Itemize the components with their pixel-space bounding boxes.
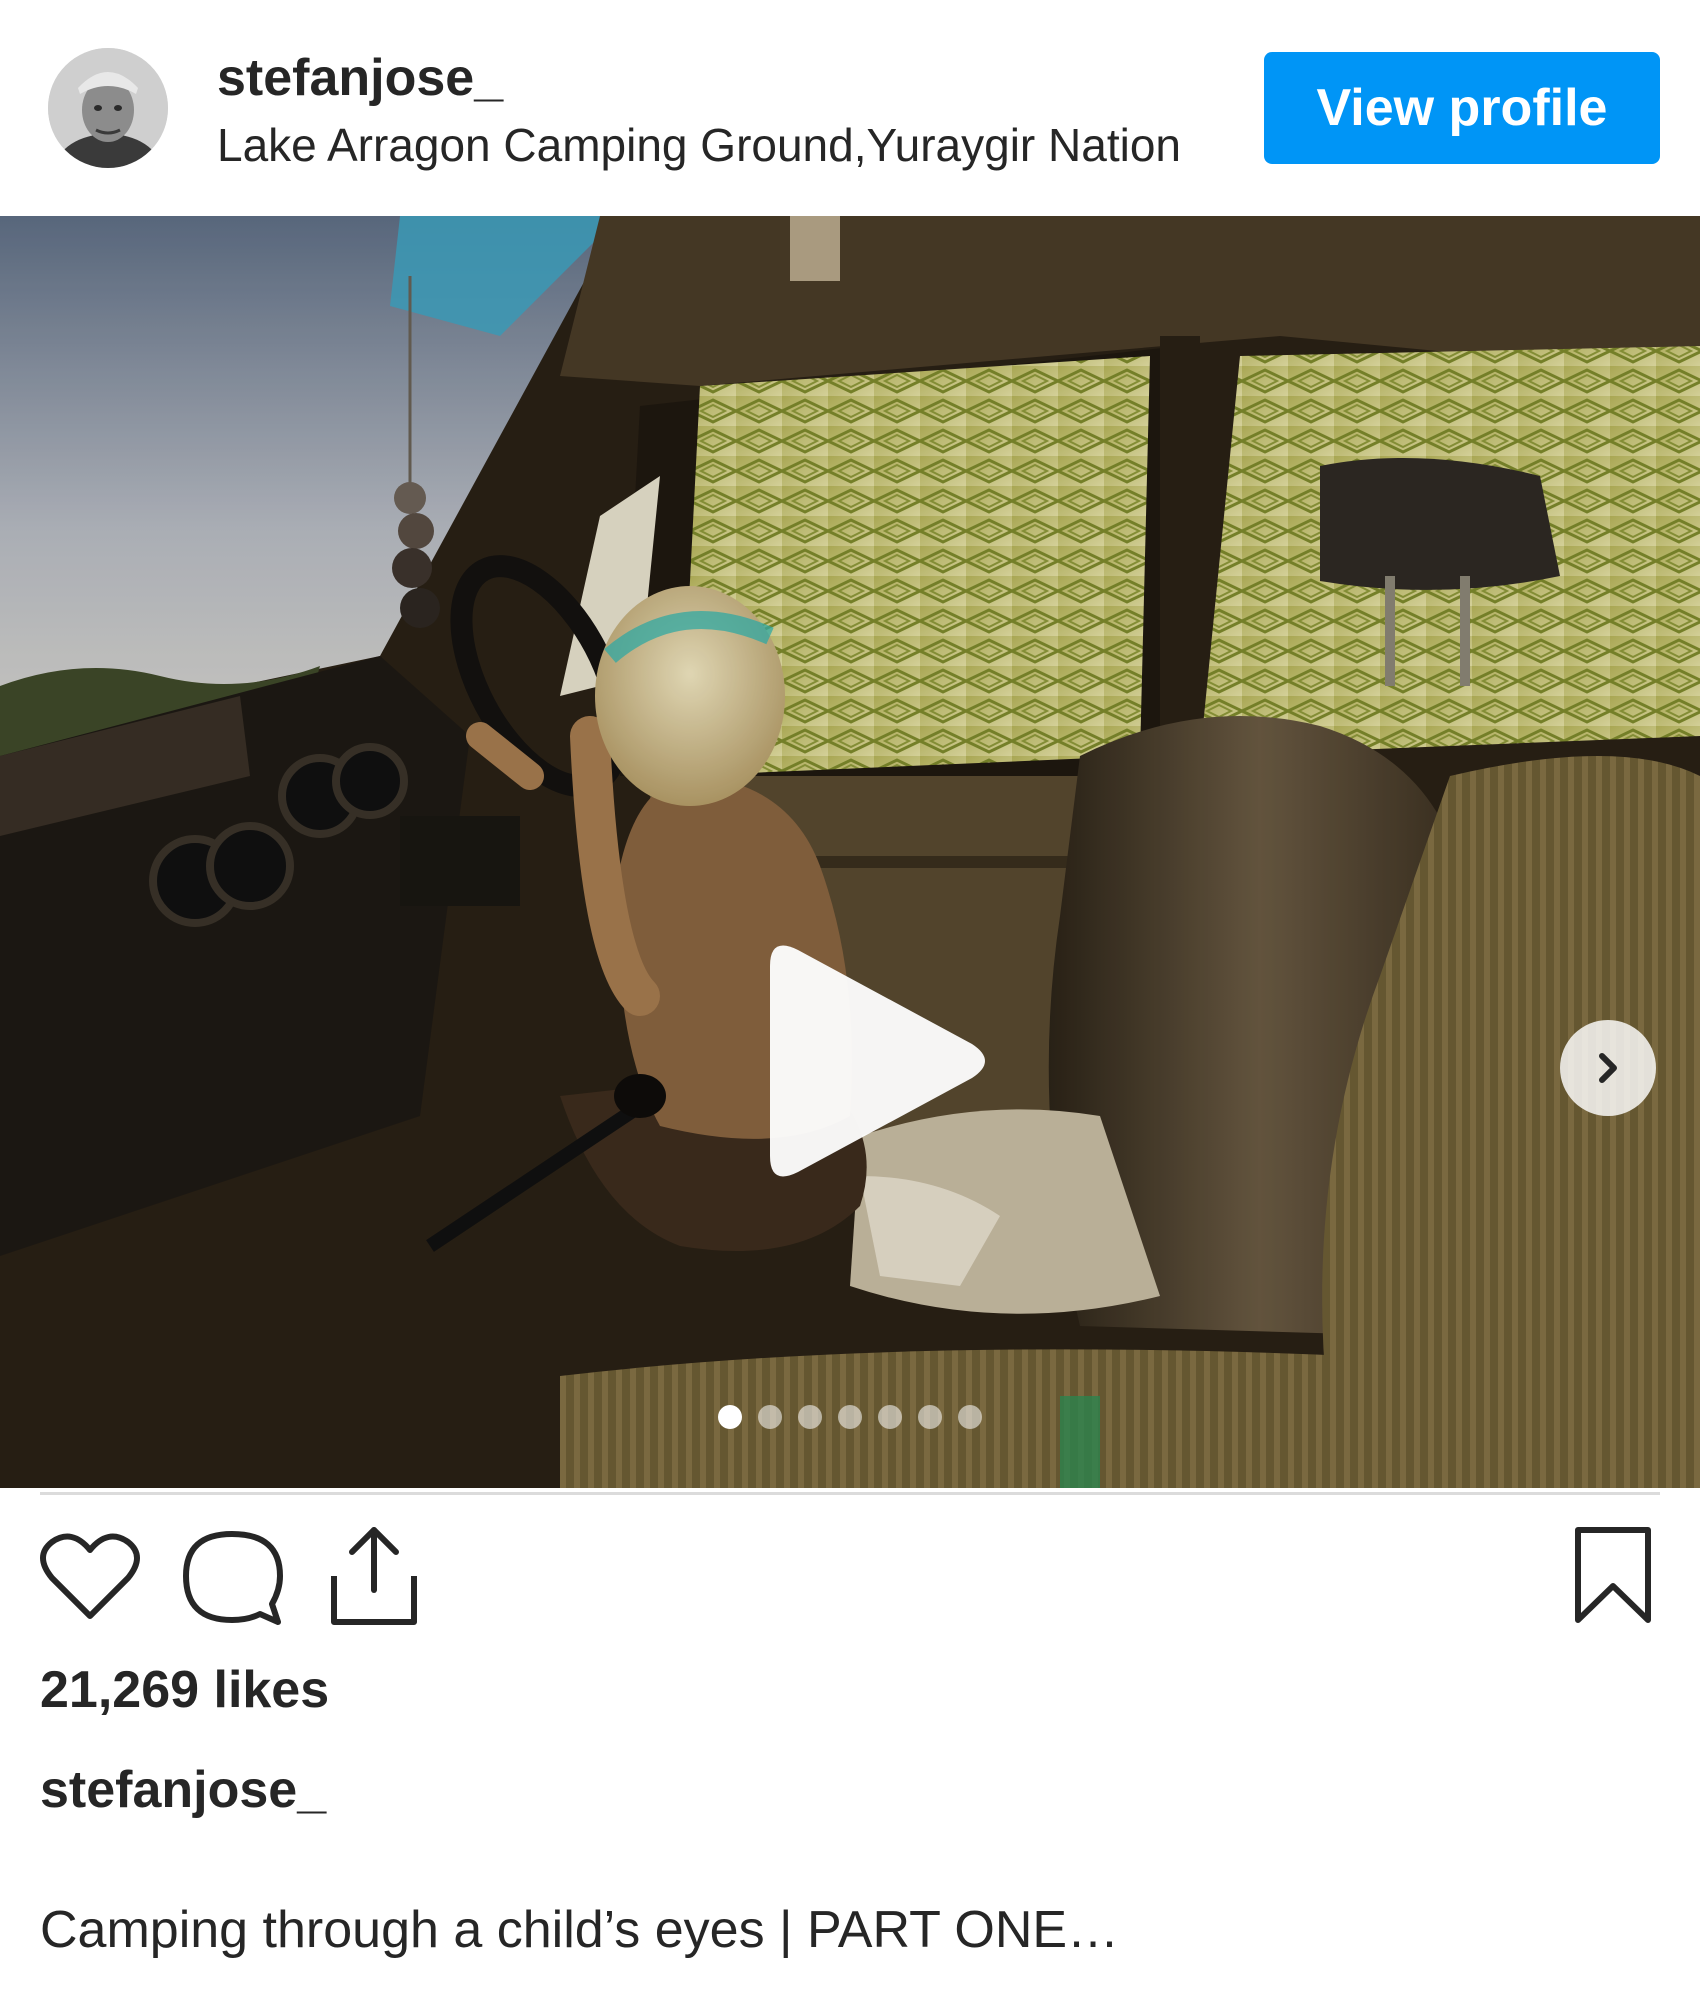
carousel-dot: [798, 1405, 822, 1429]
post-video-thumbnail: [0, 216, 1700, 1488]
carousel-dot: [718, 1405, 742, 1429]
header-username[interactable]: stefanjose_: [217, 48, 503, 108]
carousel-dot: [838, 1405, 862, 1429]
carousel-dot: [878, 1405, 902, 1429]
caption-username[interactable]: stefanjose_: [40, 1760, 326, 1820]
carousel-dot: [918, 1405, 942, 1429]
view-profile-button[interactable]: View profile: [1264, 52, 1660, 164]
carousel-indicator: [0, 1405, 1700, 1435]
bookmark-icon[interactable]: [1572, 1526, 1654, 1626]
location-link[interactable]: Lake Arragon Camping Ground,Yuraygir Nat…: [217, 118, 1187, 172]
post-media[interactable]: [0, 216, 1700, 1488]
post-header: stefanjose_ Lake Arragon Camping Ground,…: [0, 0, 1700, 216]
profile-photo-icon: [48, 48, 168, 168]
carousel-dot: [758, 1405, 782, 1429]
caption-text: Camping through a child’s eyes | PART ON…: [40, 1901, 1120, 1959]
media-divider: [40, 1492, 1660, 1495]
carousel-dot: [958, 1405, 982, 1429]
play-icon[interactable]: [740, 926, 1000, 1196]
likes-count[interactable]: 21,269 likes: [40, 1660, 329, 1720]
chevron-right-icon[interactable]: [1560, 1020, 1656, 1116]
avatar[interactable]: [48, 48, 168, 168]
share-icon[interactable]: [328, 1524, 420, 1628]
comment-icon[interactable]: [180, 1528, 284, 1628]
heart-icon[interactable]: [40, 1528, 140, 1624]
